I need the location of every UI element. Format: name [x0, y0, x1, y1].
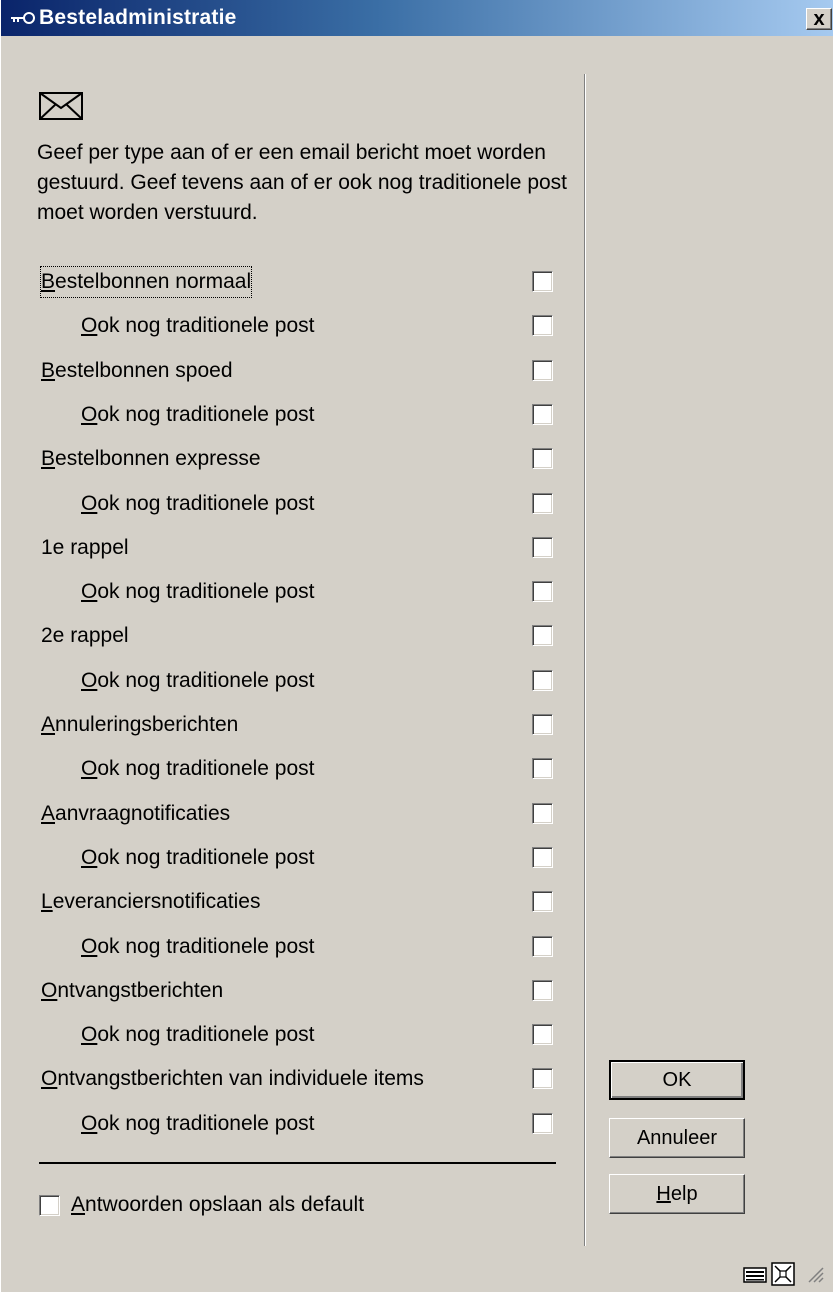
close-button[interactable]: x: [806, 8, 832, 30]
cancel-label: Annuleer: [636, 1126, 718, 1149]
size-grip-icon[interactable]: [805, 1264, 825, 1284]
option-label: Aanvraagnotificaties: [41, 802, 231, 825]
envelope-icon: [39, 92, 83, 120]
option-checkbox[interactable]: [532, 625, 553, 646]
traditional-post-checkbox[interactable]: [532, 493, 553, 514]
option-row-traditional-post[interactable]: Ook nog traditionele post: [1, 489, 581, 519]
traditional-post-label: Ook nog traditionele post: [81, 492, 315, 515]
save-default-checkbox[interactable]: [39, 1195, 60, 1216]
option-row[interactable]: Bestelbonnen normaal: [1, 266, 581, 298]
traditional-post-checkbox[interactable]: [532, 670, 553, 691]
option-checkbox[interactable]: [532, 360, 553, 381]
traditional-post-label: Ook nog traditionele post: [81, 1023, 315, 1046]
option-checkbox[interactable]: [532, 448, 553, 469]
option-label: Ontvangstberichten: [41, 979, 224, 1002]
traditional-post-label: Ook nog traditionele post: [81, 757, 315, 780]
close-icon: x: [813, 8, 825, 30]
dialog-window: Besteladministratie x Geef per type aan …: [0, 0, 833, 1292]
traditional-post-checkbox[interactable]: [532, 936, 553, 957]
horizontal-separator: [39, 1162, 556, 1164]
option-row-traditional-post[interactable]: Ook nog traditionele post: [1, 666, 581, 696]
option-checkbox[interactable]: [532, 714, 553, 735]
help-button[interactable]: Help: [609, 1174, 745, 1214]
option-row-traditional-post[interactable]: Ook nog traditionele post: [1, 1109, 581, 1139]
traditional-post-checkbox[interactable]: [532, 758, 553, 779]
title-bar[interactable]: Besteladministratie x: [1, 0, 833, 36]
option-row-traditional-post[interactable]: Ook nog traditionele post: [1, 1020, 581, 1050]
traditional-post-label: Ook nog traditionele post: [81, 669, 315, 692]
traditional-post-label: Ook nog traditionele post: [81, 1112, 315, 1135]
keyboard-icon[interactable]: [743, 1264, 767, 1284]
option-row[interactable]: Bestelbonnen expresse: [1, 444, 581, 474]
option-label: Bestelbonnen normaal: [39, 266, 253, 298]
traditional-post-checkbox[interactable]: [532, 1024, 553, 1045]
key-icon: [9, 8, 37, 28]
option-row[interactable]: Bestelbonnen spoed: [1, 356, 581, 386]
option-checkbox[interactable]: [532, 803, 553, 824]
option-checkbox[interactable]: [532, 891, 553, 912]
option-checkbox[interactable]: [532, 980, 553, 1001]
option-label: Bestelbonnen spoed: [41, 359, 233, 382]
traditional-post-label: Ook nog traditionele post: [81, 403, 315, 426]
option-row[interactable]: Annuleringsberichten: [1, 710, 581, 740]
option-row[interactable]: 2e rappel: [1, 621, 581, 651]
option-label: 2e rappel: [41, 624, 129, 647]
traditional-post-checkbox[interactable]: [532, 404, 553, 425]
option-label: Bestelbonnen expresse: [41, 447, 261, 470]
traditional-post-checkbox[interactable]: [532, 847, 553, 868]
option-row[interactable]: Ontvangstberichten: [1, 976, 581, 1006]
option-checkbox[interactable]: [532, 271, 553, 292]
intro-text: Geef per type aan of er een email berich…: [37, 141, 568, 224]
traditional-post-checkbox[interactable]: [532, 581, 553, 602]
cancel-button[interactable]: Annuleer: [609, 1118, 745, 1158]
traditional-post-label: Ook nog traditionele post: [81, 580, 315, 603]
traditional-post-checkbox[interactable]: [532, 1113, 553, 1134]
status-bar-icons: [729, 1258, 829, 1288]
option-row-traditional-post[interactable]: Ook nog traditionele post: [1, 754, 581, 784]
option-checkbox[interactable]: [532, 1068, 553, 1089]
help-label: Help: [656, 1182, 698, 1205]
option-row-traditional-post[interactable]: Ook nog traditionele post: [1, 843, 581, 873]
vertical-divider: [584, 74, 586, 1246]
traditional-post-label: Ook nog traditionele post: [81, 314, 315, 337]
traditional-post-label: Ook nog traditionele post: [81, 846, 315, 869]
ok-label: OK: [662, 1068, 692, 1091]
option-row-traditional-post[interactable]: Ook nog traditionele post: [1, 577, 581, 607]
option-row-traditional-post[interactable]: Ook nog traditionele post: [1, 311, 581, 341]
option-row[interactable]: Ontvangstberichten van individuele items: [1, 1064, 581, 1094]
option-row[interactable]: Leveranciersnotificaties: [1, 887, 581, 917]
traditional-post-label: Ook nog traditionele post: [81, 935, 315, 958]
option-row-traditional-post[interactable]: Ook nog traditionele post: [1, 400, 581, 430]
option-row[interactable]: 1e rappel: [1, 533, 581, 563]
resize-icon[interactable]: [771, 1262, 795, 1286]
ok-button[interactable]: OK: [609, 1060, 745, 1100]
option-checkbox[interactable]: [532, 537, 553, 558]
save-default-label: Antwoorden opslaan als default: [71, 1193, 365, 1216]
option-label: 1e rappel: [41, 536, 129, 559]
window-title: Besteladministratie: [39, 6, 237, 29]
option-label: Leveranciersnotificaties: [41, 890, 261, 913]
traditional-post-checkbox[interactable]: [532, 315, 553, 336]
save-default-row[interactable]: Antwoorden opslaan als default: [1, 1190, 581, 1220]
option-row-traditional-post[interactable]: Ook nog traditionele post: [1, 932, 581, 962]
option-label: Annuleringsberichten: [41, 713, 239, 736]
option-label: Ontvangstberichten van individuele items: [41, 1067, 424, 1090]
option-row[interactable]: Aanvraagnotificaties: [1, 799, 581, 829]
